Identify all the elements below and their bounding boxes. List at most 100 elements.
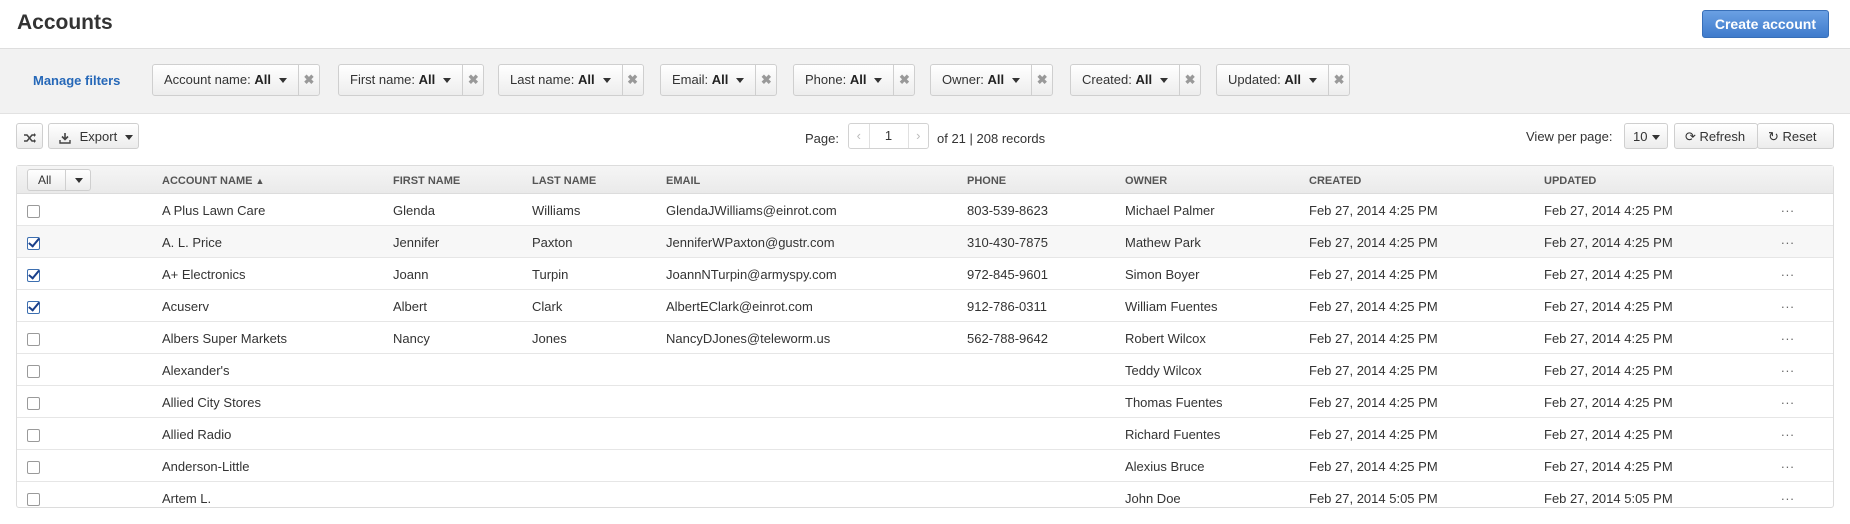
row-checkbox[interactable] [27, 461, 40, 474]
page-input[interactable]: 1 [870, 124, 909, 148]
row-checkbox[interactable] [27, 301, 40, 314]
filter-updated-dropdown[interactable]: Updated: All [1217, 65, 1330, 95]
table-row[interactable]: A+ Electronics Joann Turpin JoannNTurpin@ar… [17, 258, 1833, 290]
row-actions-icon[interactable]: ... [1781, 456, 1795, 471]
cell-email: AlbertEClark@einrot.com [666, 299, 813, 314]
filter-email-dropdown[interactable]: Email: All [661, 65, 757, 95]
remove-filter-icon[interactable]: ✖ [463, 65, 483, 95]
next-page-button[interactable]: › [909, 124, 929, 148]
cell-account-name: Albers Super Markets [162, 331, 287, 346]
filter-owner-dropdown[interactable]: Owner: All [931, 65, 1033, 95]
cell-account-name: A. L. Price [162, 235, 222, 250]
select-all-dropdown[interactable]: All [27, 169, 91, 191]
remove-filter-icon[interactable]: ✖ [299, 65, 319, 95]
table-row[interactable]: Alexander's Teddy Wilcox Feb 27, 2014 4:25… [17, 354, 1833, 386]
cell-updated: Feb 27, 2014 4:25 PM [1544, 395, 1673, 410]
row-checkbox[interactable] [27, 397, 40, 410]
row-actions-icon[interactable]: ... [1781, 424, 1795, 439]
cell-first-name: Jennifer [393, 235, 440, 250]
cell-owner: Michael Palmer [1125, 203, 1215, 218]
column-header-phone[interactable]: Phone [967, 175, 1006, 187]
column-header-email[interactable]: Email [666, 175, 700, 187]
filter-created-dropdown[interactable]: Created: All [1071, 65, 1181, 95]
create-account-button[interactable]: Create account [1701, 10, 1829, 38]
cell-phone: 972-845-9601 [967, 267, 1048, 282]
row-actions-icon[interactable]: ... [1781, 200, 1795, 215]
filter-last-name: Last name: All ✖ [498, 64, 644, 96]
caret-down-icon [736, 78, 745, 84]
cell-created: Feb 27, 2014 4:25 PM [1309, 235, 1438, 250]
row-actions-icon[interactable]: ... [1781, 232, 1795, 247]
row-actions-icon[interactable]: ... [1781, 392, 1795, 407]
cell-created: Feb 27, 2014 4:25 PM [1309, 459, 1438, 474]
table-row[interactable]: Acuserv Albert Clark AlbertEClark@einrot.co… [17, 290, 1833, 322]
cell-account-name: Acuserv [162, 299, 209, 314]
filter-email: Email: All ✖ [660, 64, 778, 96]
reset-icon: ↻ [1768, 129, 1779, 144]
table-row[interactable]: A Plus Lawn Care Glenda Williams GlendaJWil… [17, 194, 1833, 226]
column-header-owner[interactable]: Owner [1125, 175, 1167, 187]
remove-filter-icon[interactable]: ✖ [894, 65, 914, 95]
row-checkbox[interactable] [27, 429, 40, 442]
row-actions-icon[interactable]: ... [1781, 264, 1795, 279]
cell-created: Feb 27, 2014 4:25 PM [1309, 395, 1438, 410]
table-header: All Account Name ▲ First Name Last Name … [17, 166, 1833, 194]
filter-last-name-dropdown[interactable]: Last name: All [499, 65, 623, 95]
column-header-account-name[interactable]: Account Name ▲ [162, 175, 264, 187]
row-checkbox[interactable] [27, 269, 40, 282]
caret-down-icon [278, 78, 287, 84]
table-toolbar: Export Page: ‹ 1 › of 21 | 208 records V… [0, 114, 1850, 166]
row-checkbox[interactable] [27, 333, 40, 346]
page-title: Accounts [17, 11, 113, 34]
row-actions-icon[interactable]: ... [1781, 360, 1795, 375]
table-row[interactable]: Artem L. John Doe Feb 27, 2014 5:05 PM Feb … [17, 482, 1833, 513]
column-header-created[interactable]: Created [1309, 175, 1361, 187]
remove-filter-icon[interactable]: ✖ [756, 65, 776, 95]
filter-created: Created: All ✖ [1070, 64, 1202, 96]
prev-page-button[interactable]: ‹ [849, 124, 870, 148]
filter-phone-dropdown[interactable]: Phone: All [794, 65, 895, 95]
cell-updated: Feb 27, 2014 4:25 PM [1544, 203, 1673, 218]
table-row[interactable]: Anderson-Little Alexius Bruce Feb 27, 2014… [17, 450, 1833, 482]
caret-down-icon [443, 78, 452, 84]
cell-updated: Feb 27, 2014 5:05 PM [1544, 491, 1673, 506]
cell-updated: Feb 27, 2014 4:25 PM [1544, 427, 1673, 442]
export-button[interactable]: Export [48, 123, 139, 149]
cell-phone: 803-539-8623 [967, 203, 1048, 218]
refresh-button[interactable]: ⟳ Refresh [1674, 123, 1758, 149]
row-checkbox[interactable] [27, 237, 40, 250]
row-checkbox[interactable] [27, 205, 40, 218]
remove-filter-icon[interactable]: ✖ [1329, 65, 1349, 95]
cell-first-name: Albert [393, 299, 427, 314]
column-header-updated[interactable]: Updated [1544, 175, 1596, 187]
table-row[interactable]: A. L. Price Jennifer Paxton JenniferWPaxton… [17, 226, 1833, 258]
row-checkbox[interactable] [27, 365, 40, 378]
remove-filter-icon[interactable]: ✖ [623, 65, 643, 95]
filter-first-name-dropdown[interactable]: First name: All [339, 65, 464, 95]
row-actions-icon[interactable]: ... [1781, 328, 1795, 343]
table-row[interactable]: Albers Super Markets Nancy Jones NancyDJone… [17, 322, 1833, 354]
cell-account-name: Allied City Stores [162, 395, 261, 410]
manage-filters-link[interactable]: Manage filters [33, 73, 120, 88]
view-per-page-label: View per page: [1526, 129, 1613, 144]
caret-down-icon [1160, 78, 1169, 84]
table-row[interactable]: Allied City Stores Thomas Fuentes Feb 27, … [17, 386, 1833, 418]
remove-filter-icon[interactable]: ✖ [1032, 65, 1052, 95]
cell-last-name: Clark [532, 299, 563, 314]
cell-created: Feb 27, 2014 4:25 PM [1309, 363, 1438, 378]
remove-filter-icon[interactable]: ✖ [1180, 65, 1200, 95]
filter-account-name-dropdown[interactable]: Account name: All [153, 65, 299, 95]
column-header-first-name[interactable]: First Name [393, 175, 460, 187]
row-checkbox[interactable] [27, 493, 40, 506]
cell-owner: Thomas Fuentes [1125, 395, 1223, 410]
row-actions-icon[interactable]: ... [1781, 488, 1795, 503]
shuffle-button[interactable] [16, 123, 43, 149]
row-actions-icon[interactable]: ... [1781, 296, 1795, 311]
cell-account-name: Allied Radio [162, 427, 232, 442]
cell-email: JenniferWPaxton@gustr.com [666, 235, 835, 250]
column-header-last-name[interactable]: Last Name [532, 175, 596, 187]
per-page-select[interactable]: 10 [1624, 123, 1668, 149]
table-row[interactable]: Allied Radio Richard Fuentes Feb 27, 2014 … [17, 418, 1833, 450]
reset-button[interactable]: ↻ Reset [1757, 123, 1834, 149]
cell-account-name: A+ Electronics [162, 267, 246, 282]
